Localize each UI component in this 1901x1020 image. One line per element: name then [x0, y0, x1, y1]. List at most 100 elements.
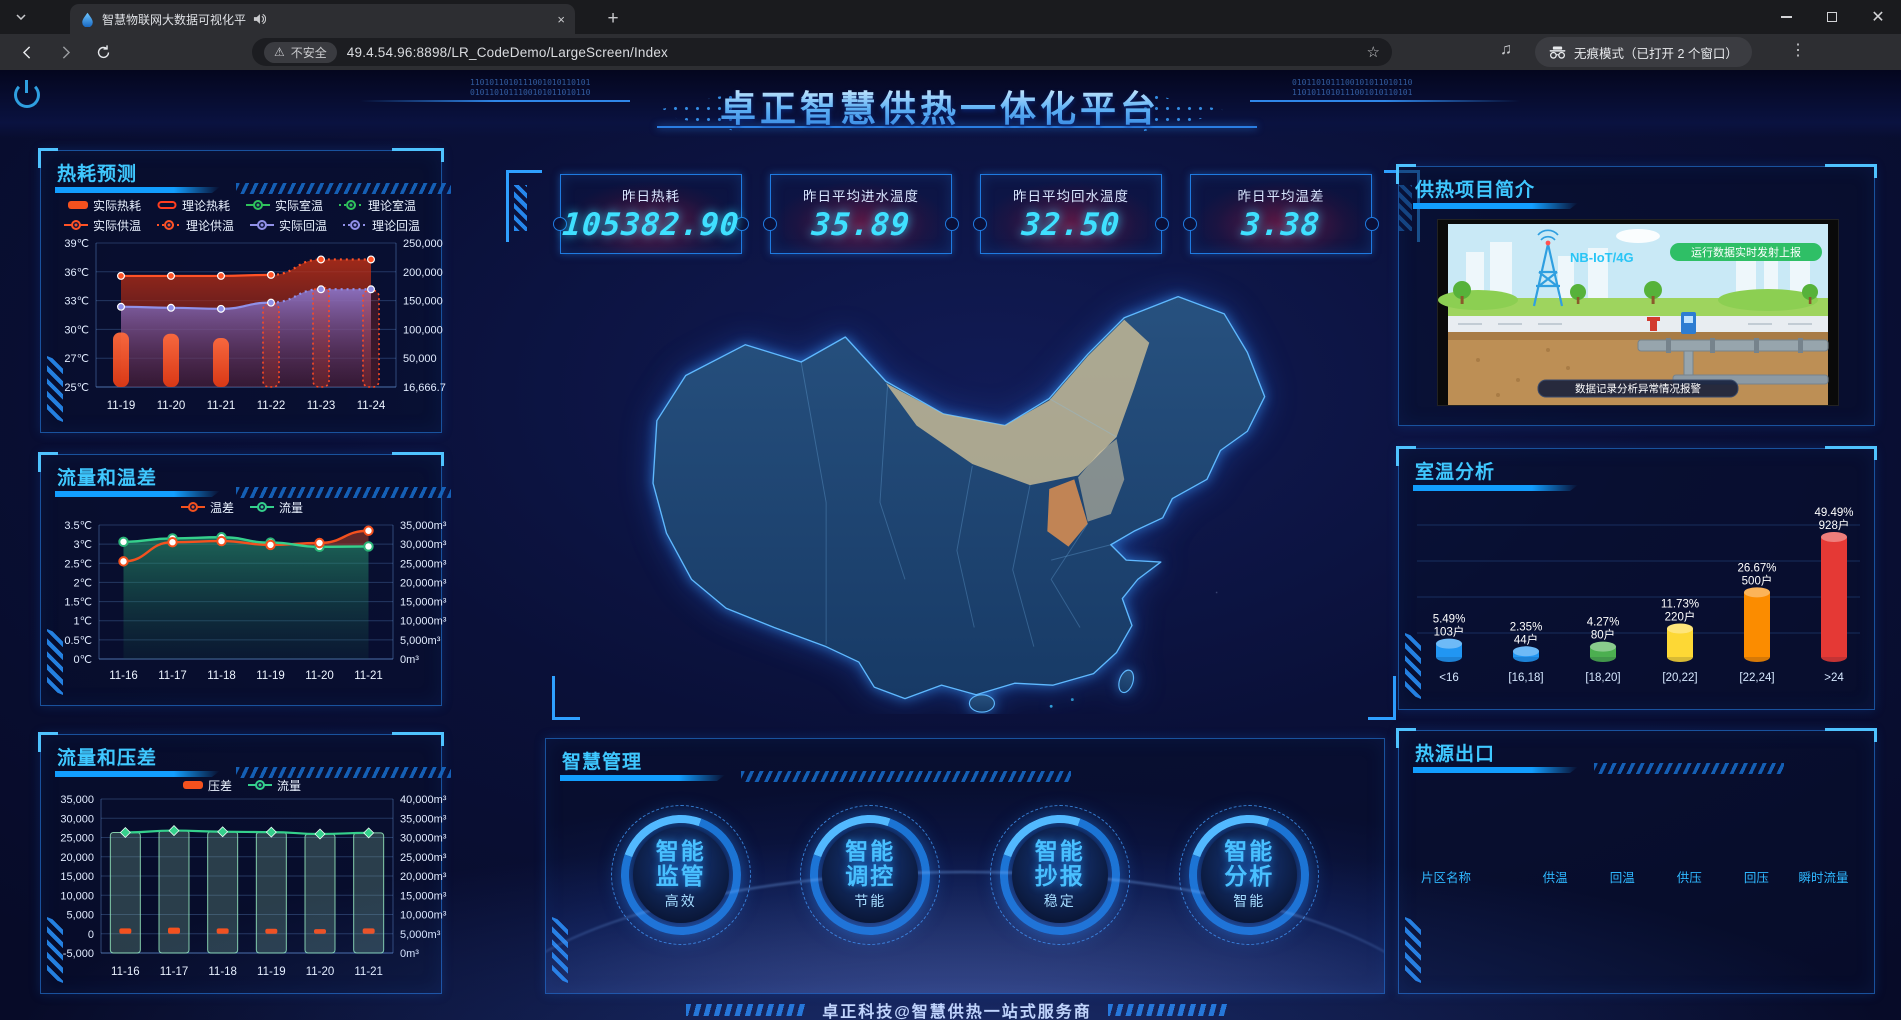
svg-text:11-19: 11-19 — [257, 966, 286, 978]
smart-ring[interactable]: 智能抄报 稳定 — [985, 797, 1135, 967]
legend-item[interactable]: 实际供温 — [64, 217, 141, 234]
page-footer: 卓正科技@智慧供热一站式服务商 — [557, 998, 1357, 1020]
svg-text:928户: 928户 — [1819, 518, 1850, 532]
svg-text:11-20: 11-20 — [157, 400, 186, 412]
stat-label: 昨日热耗 — [561, 185, 741, 205]
media-controls-icon[interactable]: ♫ — [1500, 41, 1512, 59]
svg-text:11-24: 11-24 — [357, 400, 386, 412]
svg-text:11-18: 11-18 — [207, 670, 236, 682]
china-outline — [653, 297, 1265, 699]
forward-button[interactable] — [52, 39, 78, 65]
room-temp-bar: 4.27% 80户 [18,20] — [1585, 617, 1620, 684]
svg-text:[22,24]: [22,24] — [1739, 672, 1774, 684]
room-temp-bar: 26.67% 500户 [22,24] — [1737, 562, 1776, 684]
legend-item[interactable]: 实际热耗 — [68, 197, 141, 214]
svg-text:250,000: 250,000 — [403, 238, 443, 250]
panel-title: 热源出口 — [1415, 739, 1495, 766]
tab-search-chevron-icon[interactable] — [10, 7, 32, 27]
legend-item[interactable]: 理论热耗 — [157, 197, 230, 214]
reload-button[interactable] — [90, 39, 116, 65]
power-icon[interactable] — [12, 80, 42, 110]
heat-forecast-chart: 39℃250,00036℃200,00033℃150,00030℃100,000… — [41, 235, 479, 440]
svg-text:4.27%: 4.27% — [1587, 617, 1620, 629]
taiwan-island — [1116, 668, 1136, 694]
svg-text:20,000m³: 20,000m³ — [400, 577, 447, 589]
ring-tag: 智能 — [1233, 891, 1265, 911]
panel-heat-outlet: 热源出口 片区名称供温回温供压回压瞬时流量 — [1398, 730, 1875, 994]
svg-text:11-20: 11-20 — [306, 966, 335, 978]
bracket-decoration — [552, 676, 580, 720]
smart-ring[interactable]: 智能调控 节能 — [795, 797, 945, 967]
flow-temp-chart: 3.5℃35,000m³3℃30,000m³2.5℃25,000m³2℃20,0… — [41, 519, 479, 702]
smart-ring[interactable]: 智能分析 智能 — [1174, 797, 1324, 967]
svg-text:10,000: 10,000 — [60, 890, 94, 902]
page-title: 卓正智慧供热一体化平台 — [720, 80, 1160, 132]
flow-press-chart: 35,00040,000m³30,00035,000m³25,00030,000… — [41, 793, 479, 996]
ring-tag: 高效 — [665, 891, 697, 911]
svg-text:11-21: 11-21 — [207, 400, 236, 412]
svg-text:-5,000: -5,000 — [63, 948, 94, 960]
outlet-column-header: 供温 — [1522, 867, 1589, 886]
svg-text:2.35%: 2.35% — [1510, 621, 1543, 633]
svg-text:25,000m³: 25,000m³ — [400, 852, 447, 864]
panel-title: 热耗预测 — [57, 159, 137, 186]
panel-title: 智慧管理 — [562, 747, 642, 774]
address-bar[interactable]: ⚠ 不安全 49.4.54.96:8898/LR_CodeDemo/LargeS… — [252, 38, 1392, 66]
svg-text:500户: 500户 — [1742, 573, 1773, 587]
svg-text:40,000m³: 40,000m³ — [400, 794, 447, 806]
flow-press-legend: 压差流量 — [41, 775, 443, 795]
window-maximize-button[interactable] — [1809, 0, 1855, 34]
svg-text:11-19: 11-19 — [107, 400, 136, 412]
legend-item[interactable]: 流量 — [250, 499, 303, 516]
footer-text: 卓正科技@智慧供热一站式服务商 — [822, 998, 1092, 1020]
legend-item[interactable]: 温差 — [181, 499, 234, 516]
svg-text:11-21: 11-21 — [354, 966, 383, 978]
svg-text:36℃: 36℃ — [64, 267, 89, 279]
bookmark-star-icon[interactable]: ☆ — [1367, 43, 1380, 61]
new-tab-button[interactable]: + — [600, 6, 626, 32]
legend-item[interactable]: 实际室温 — [246, 197, 323, 214]
smart-ring[interactable]: 智能监管 高效 — [606, 797, 756, 967]
incognito-badge[interactable]: 无痕模式（已打开 2 个窗口） — [1535, 37, 1752, 67]
panel-flow-press: 流量和压差 压差流量 35,00040,000m³30,00035,000m³2… — [40, 734, 442, 994]
legend-item[interactable]: 压差 — [183, 777, 232, 794]
ring-name: 智能监管 — [656, 839, 706, 889]
svg-text:15,000m³: 15,000m³ — [400, 890, 447, 902]
legend-item[interactable]: 理论供温 — [157, 217, 234, 234]
security-chip[interactable]: ⚠ 不安全 — [264, 42, 337, 63]
svg-text:0.5℃: 0.5℃ — [64, 635, 92, 647]
browser-tab[interactable]: 智慧物联网大数据可视化平 × — [70, 4, 575, 34]
svg-text:10,000m³: 10,000m³ — [400, 616, 447, 628]
svg-text:11-16: 11-16 — [111, 966, 140, 978]
svg-text:30,000m³: 30,000m³ — [400, 539, 447, 551]
svg-text:25,000: 25,000 — [60, 833, 94, 845]
menu-dots-icon[interactable]: ⋮ — [1790, 40, 1806, 60]
legend-item[interactable]: 理论回温 — [343, 217, 420, 234]
panel-title: 供热项目简介 — [1415, 175, 1535, 202]
stat-box: 昨日热耗 105382.90 — [560, 174, 742, 254]
china-map[interactable] — [525, 262, 1385, 714]
url-text: 49.4.54.96:8898/LR_CodeDemo/LargeScreen/… — [347, 45, 668, 60]
legend-item[interactable]: 理论室温 — [339, 197, 416, 214]
tab-close-icon[interactable]: × — [557, 12, 565, 27]
room-temp-bar: 2.35% 44户 [16,18] — [1508, 621, 1543, 684]
svg-text:35,000m³: 35,000m³ — [400, 520, 447, 532]
flow-temp-legend: 温差流量 — [41, 497, 443, 517]
browser-toolbar: ⚠ 不安全 49.4.54.96:8898/LR_CodeDemo/LargeS… — [0, 34, 1901, 70]
legend-item[interactable]: 实际回温 — [250, 217, 327, 234]
svg-text:27℃: 27℃ — [64, 353, 89, 365]
svg-text:>24: >24 — [1824, 672, 1844, 684]
outlet-column-header: 回温 — [1589, 867, 1656, 886]
stat-box: 昨日平均回水温度 32.50 — [980, 174, 1162, 254]
back-button[interactable] — [14, 39, 40, 65]
ring-name: 智能抄报 — [1035, 839, 1085, 889]
outlet-column-header: 回压 — [1723, 867, 1790, 886]
svg-text:5,000m³: 5,000m³ — [400, 635, 441, 647]
svg-text:5.49%: 5.49% — [1433, 614, 1466, 626]
window-minimize-button[interactable] — [1763, 0, 1809, 34]
legend-item[interactable]: 流量 — [248, 777, 301, 794]
svg-text:15,000: 15,000 — [60, 871, 94, 883]
tab-audio-icon[interactable] — [253, 13, 266, 25]
window-close-button[interactable]: ✕ — [1855, 0, 1901, 34]
svg-text:1℃: 1℃ — [74, 616, 92, 628]
